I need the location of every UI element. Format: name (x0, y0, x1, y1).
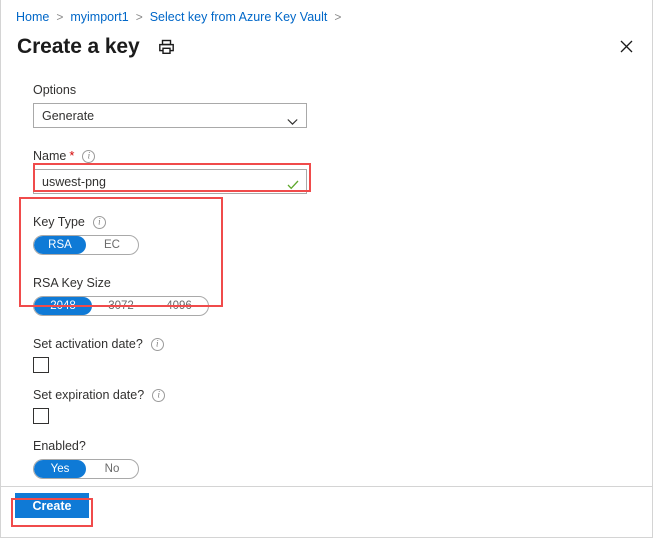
field-enabled: Enabled? Yes No (33, 438, 620, 479)
close-icon[interactable] (614, 34, 638, 58)
create-key-blade: Home > myimport1 > Select key from Azure… (0, 0, 653, 538)
set-expiration-date-checkbox[interactable] (33, 408, 49, 424)
info-icon-glyph: i (87, 150, 91, 160)
rsa-key-size-label: RSA Key Size (33, 276, 111, 290)
printer-icon[interactable] (158, 39, 175, 56)
create-button[interactable]: Create (15, 493, 89, 518)
options-label: Options (33, 83, 77, 97)
required-marker: * (69, 148, 75, 163)
set-activation-date-checkbox[interactable] (33, 357, 49, 373)
enabled-option-yes[interactable]: Yes (34, 460, 86, 478)
field-set-expiration-date: Set expiration date? i (33, 387, 620, 424)
set-activation-date-label: Set activation date? (33, 337, 143, 351)
name-label: Name (33, 149, 67, 163)
options-label-row: Options (33, 82, 620, 98)
info-icon-glyph: i (98, 216, 101, 226)
field-rsa-key-size: RSA Key Size 2048 3072 4096 (33, 275, 620, 316)
info-icon[interactable]: i (150, 337, 164, 351)
field-name: Name * i uswest-png (33, 148, 620, 194)
breadcrumb: Home > myimport1 > Select key from Azure… (16, 8, 348, 26)
key-type-label: Key Type (33, 215, 85, 229)
name-input-value: uswest-png (42, 174, 106, 189)
enabled-label-row: Enabled? (33, 438, 620, 454)
breadcrumb-item-myimport1[interactable]: myimport1 (70, 10, 128, 24)
info-icon[interactable]: i (152, 388, 166, 402)
enabled-toggle[interactable]: Yes No (33, 459, 139, 479)
info-icon[interactable]: i (92, 215, 106, 229)
info-icon[interactable]: i (82, 149, 96, 163)
set-expiration-date-label: Set expiration date? (33, 388, 145, 402)
rsa-key-size-label-row: RSA Key Size (33, 275, 620, 291)
breadcrumb-item-select-key[interactable]: Select key from Azure Key Vault (150, 10, 328, 24)
rsa-key-size-option-3072[interactable]: 3072 (92, 297, 150, 315)
key-type-option-rsa[interactable]: RSA (34, 236, 86, 254)
field-options: Options Generate (33, 82, 620, 128)
rsa-key-size-toggle[interactable]: 2048 3072 4096 (33, 296, 209, 316)
enabled-option-no[interactable]: No (86, 460, 138, 478)
page-title: Create a key (17, 35, 140, 58)
name-input[interactable]: uswest-png (33, 169, 307, 194)
options-selected-value: Generate (42, 108, 95, 123)
enabled-label: Enabled? (33, 439, 86, 453)
info-icon-glyph: i (157, 389, 160, 399)
name-label-row: Name * i (33, 148, 620, 164)
rsa-key-size-option-4096[interactable]: 4096 (150, 297, 208, 315)
key-type-option-ec[interactable]: EC (86, 236, 138, 254)
checkmark-icon (287, 177, 299, 189)
breadcrumb-separator: > (56, 10, 64, 24)
chevron-down-icon (287, 112, 298, 125)
footer-bar: Create (1, 486, 652, 537)
title-row: Create a key (17, 30, 636, 64)
field-set-activation-date: Set activation date? i (33, 336, 620, 373)
options-select[interactable]: Generate (33, 103, 307, 128)
breadcrumb-separator: > (334, 10, 342, 24)
breadcrumb-item-home[interactable]: Home (16, 10, 49, 24)
create-key-form: Options Generate Name * i uswest-png Key… (1, 82, 652, 487)
rsa-key-size-option-2048[interactable]: 2048 (34, 297, 92, 315)
breadcrumb-separator: > (135, 10, 143, 24)
set-expiration-date-label-row: Set expiration date? i (33, 387, 620, 403)
key-type-toggle[interactable]: RSA EC (33, 235, 139, 255)
key-type-label-row: Key Type i (33, 214, 620, 230)
set-activation-date-label-row: Set activation date? i (33, 336, 620, 352)
field-key-type: Key Type i RSA EC (33, 214, 620, 255)
info-icon-glyph: i (156, 338, 159, 348)
